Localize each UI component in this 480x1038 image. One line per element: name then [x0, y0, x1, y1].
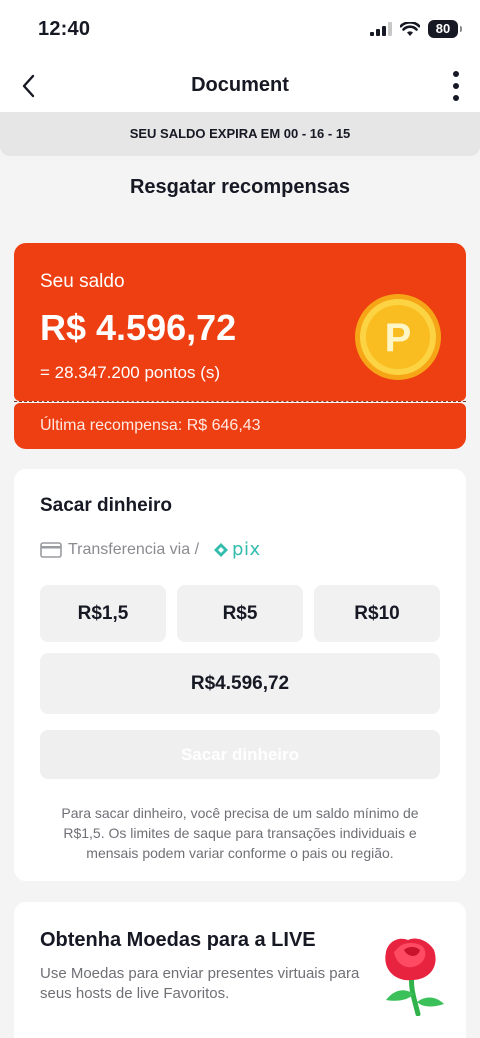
balance-points: = 28.347.200 pontos (s) [40, 363, 221, 382]
status-bar: 12:40 80 [0, 0, 480, 60]
withdraw-method: Transferencia via / pix [40, 539, 261, 560]
amount-option-3[interactable]: R$10 [314, 585, 440, 642]
withdraw-title: Sacar dinheiro [40, 495, 172, 516]
status-icons: 80 [370, 20, 462, 38]
divider [14, 401, 466, 402]
amount-option-full[interactable]: R$4.596,72 [40, 653, 440, 714]
pix-label: pix [232, 539, 261, 560]
pix-logo: pix [213, 539, 261, 560]
credit-card-icon [40, 541, 62, 558]
expiry-prefix: SEU SALDO EXPIRA EM [129, 126, 281, 141]
battery-indicator: 80 [428, 20, 462, 38]
coin-letter: P [385, 316, 412, 360]
expiry-banner: SEU SALDO EXPIRA EM 00 - 16 - 15 [0, 112, 480, 156]
status-time: 12:40 [38, 18, 91, 40]
coins-description: Use Moedas para enviar presentes virtuai… [40, 965, 360, 1002]
coins-card[interactable]: Obtenha Moedas para a LIVE Use Moedas pa… [14, 902, 466, 1038]
withdraw-button[interactable]: Sacar dinheiro [40, 730, 440, 779]
last-reward: Última recompensa: R$ 646,43 [14, 403, 466, 449]
page-title: Document [191, 74, 289, 96]
rose-icon [385, 938, 444, 1016]
wifi-icon [400, 21, 420, 36]
withdraw-note: Para sacar dinheiro, você precisa de um … [61, 805, 419, 861]
balance-amount: R$ 4.596,72 [40, 307, 237, 348]
amount-option-2[interactable]: R$5 [177, 585, 303, 642]
nav-bar: Document [0, 60, 480, 112]
balance-label: Seu saldo [40, 271, 125, 292]
coins-title: Obtenha Moedas para a LIVE [40, 929, 316, 951]
coin-icon: P [355, 294, 441, 380]
pix-icon [214, 542, 229, 557]
balance-card: Seu saldo R$ 4.596,72 = 28.347.200 ponto… [14, 243, 466, 401]
method-label: Transferencia via / [68, 540, 200, 558]
withdraw-card: Sacar dinheiro Transferencia via / pix R… [14, 469, 466, 881]
more-options-icon[interactable] [452, 70, 460, 102]
section-title: Resgatar recompensas [129, 176, 351, 198]
amount-option-1[interactable]: R$1,5 [40, 585, 166, 642]
signal-icon [370, 22, 392, 36]
expiry-countdown: 00 - 16 - 15 [283, 126, 351, 141]
